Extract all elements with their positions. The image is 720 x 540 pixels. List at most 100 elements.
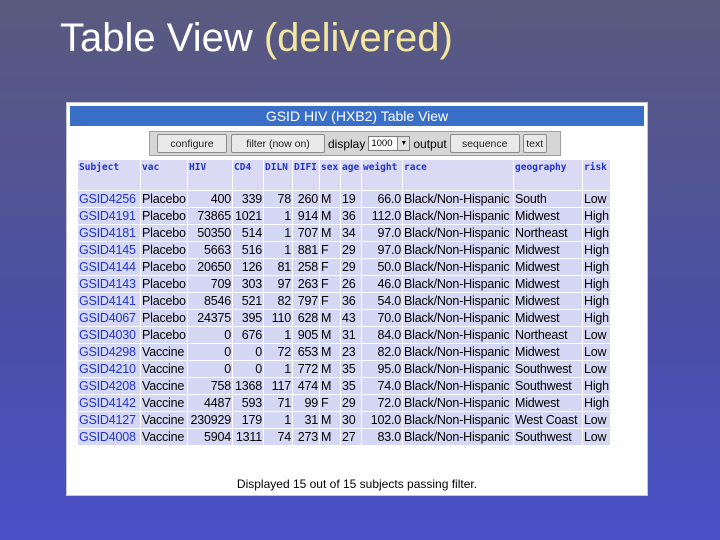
cell-cd4: 593 <box>233 395 263 411</box>
cell-age: 35 <box>341 361 361 377</box>
cell-age: 23 <box>341 344 361 360</box>
cell-subject[interactable]: GSID4144 <box>78 259 140 275</box>
cell-subject[interactable]: GSID4141 <box>78 293 140 309</box>
cell-age: 30 <box>341 412 361 428</box>
cell-difi: 881 <box>293 242 319 258</box>
column-header-vac[interactable]: vac <box>141 160 187 190</box>
column-header-sex[interactable]: sex <box>320 160 340 190</box>
column-header-risk[interactable]: risk <box>583 160 610 190</box>
cell-diln: 1 <box>264 225 292 241</box>
chevron-down-icon[interactable]: ▼ <box>397 137 410 150</box>
column-header-difi[interactable]: DIFI <box>293 160 319 190</box>
table-row[interactable]: GSID4181 Placebo 50350 514 1 707 M 34 97.0 Black/… <box>78 225 610 241</box>
cell-subject[interactable]: GSID4208 <box>78 378 140 394</box>
cell-subject[interactable]: GSID4127 <box>78 412 140 428</box>
column-header-geography[interactable]: geography <box>514 160 582 190</box>
table-row[interactable]: GSID4144 Placebo 20650 126 81 258 F 29 50.0 Black… <box>78 259 610 275</box>
table-row[interactable]: GSID4067 Placebo 24375 395 110 628 M 43 70.0 Blac… <box>78 310 610 326</box>
cell-subject[interactable]: GSID4256 <box>78 191 140 207</box>
cell-diln: 71 <box>264 395 292 411</box>
cell-difi: 707 <box>293 225 319 241</box>
cell-risk: Low <box>583 412 610 428</box>
cell-hiv: 758 <box>188 378 232 394</box>
cell-subject[interactable]: GSID4067 <box>78 310 140 326</box>
cell-diln: 81 <box>264 259 292 275</box>
cell-age: 36 <box>341 208 361 224</box>
cell-geography: West Coast <box>514 412 582 428</box>
cell-subject[interactable]: GSID4191 <box>78 208 140 224</box>
cell-subject[interactable]: GSID4142 <box>78 395 140 411</box>
cell-hiv: 0 <box>188 344 232 360</box>
cell-geography: Midwest <box>514 259 582 275</box>
sequence-button[interactable]: sequence <box>449 134 520 153</box>
table-row[interactable]: GSID4142 Vaccine 4487 593 71 99 F 29 72.0 Black/N… <box>78 395 610 411</box>
cell-hiv: 0 <box>188 327 232 343</box>
cell-age: 27 <box>341 429 361 445</box>
cell-subject[interactable]: GSID4298 <box>78 344 140 360</box>
column-header-age[interactable]: age <box>341 160 361 190</box>
cell-race: Black/Non-Hispanic <box>403 242 513 258</box>
cell-sex: F <box>320 395 340 411</box>
cell-race: Black/Non-Hispanic <box>403 395 513 411</box>
cell-race: Black/Non-Hispanic <box>403 344 513 360</box>
cell-subject[interactable]: GSID4145 <box>78 242 140 258</box>
cell-subject[interactable]: GSID4008 <box>78 429 140 445</box>
cell-sex: M <box>320 310 340 326</box>
cell-race: Black/Non-Hispanic <box>403 378 513 394</box>
window-header: GSID HIV (HXB2) Table View <box>70 106 644 126</box>
cell-subject[interactable]: GSID4181 <box>78 225 140 241</box>
configure-button[interactable]: configure <box>157 134 227 153</box>
cell-difi: 914 <box>293 208 319 224</box>
cell-race: Black/Non-Hispanic <box>403 225 513 241</box>
cell-geography: Midwest <box>514 344 582 360</box>
column-header-diln[interactable]: DILN <box>264 160 292 190</box>
column-header-race[interactable]: race <box>403 160 513 190</box>
column-header-subject[interactable]: Subject <box>78 160 140 190</box>
cell-race: Black/Non-Hispanic <box>403 276 513 292</box>
cell-difi: 653 <box>293 344 319 360</box>
cell-race: Black/Non-Hispanic <box>403 310 513 326</box>
cell-sex: M <box>320 225 340 241</box>
cell-sex: M <box>320 378 340 394</box>
cell-vac: Placebo <box>141 276 187 292</box>
cell-subject[interactable]: GSID4143 <box>78 276 140 292</box>
cell-cd4: 1368 <box>233 378 263 394</box>
table-row[interactable]: GSID4256 Placebo 400 339 78 260 M 19 66.0 Black/N… <box>78 191 610 207</box>
table-row[interactable]: GSID4127 Vaccine 230929 179 1 31 M 30 102.0 Black… <box>78 412 610 428</box>
table-row[interactable]: GSID4030 Placebo 0 676 1 905 M 31 84.0 Black/Non-… <box>78 327 610 343</box>
table-body: GSID4256 Placebo 400 339 78 260 M 19 66.0 Black/N… <box>78 191 610 445</box>
cell-weight: 50.0 <box>362 259 402 275</box>
cell-vac: Vaccine <box>141 429 187 445</box>
cell-hiv: 5904 <box>188 429 232 445</box>
filter-button[interactable]: filter (now on) <box>231 134 325 153</box>
cell-vac: Placebo <box>141 242 187 258</box>
column-header-cd4[interactable]: CD4 <box>233 160 263 190</box>
cell-vac: Vaccine <box>141 412 187 428</box>
cell-subject[interactable]: GSID4210 <box>78 361 140 377</box>
cell-difi: 772 <box>293 361 319 377</box>
column-header-hiv[interactable]: HIV <box>188 160 232 190</box>
table-row[interactable]: GSID4191 Placebo 73865 1021 1 914 M 36 112.0 Blac… <box>78 208 610 224</box>
cell-difi: 258 <box>293 259 319 275</box>
text-button[interactable]: text <box>522 134 547 153</box>
cell-subject[interactable]: GSID4030 <box>78 327 140 343</box>
display-select[interactable]: 1000 ▼ <box>368 136 411 151</box>
column-header-weight[interactable]: weight <box>362 160 402 190</box>
cell-risk: High <box>583 242 610 258</box>
table-row[interactable]: GSID4145 Placebo 5663 516 1 881 F 29 97.0 Black/N… <box>78 242 610 258</box>
cell-risk: Low <box>583 429 610 445</box>
toolbar: configure filter (now on) display 1000 ▼… <box>149 131 561 156</box>
table-row[interactable]: GSID4208 Vaccine 758 1368 117 474 M 35 74.0 Black… <box>78 378 610 394</box>
cell-cd4: 516 <box>233 242 263 258</box>
cell-race: Black/Non-Hispanic <box>403 327 513 343</box>
cell-age: 29 <box>341 242 361 258</box>
cell-geography: Midwest <box>514 310 582 326</box>
table-row[interactable]: GSID4141 Placebo 8546 521 82 797 F 36 54.0 Black/… <box>78 293 610 309</box>
cell-age: 36 <box>341 293 361 309</box>
table-row[interactable]: GSID4210 Vaccine 0 0 1 772 M 35 95.0 Black/Non-Hi… <box>78 361 610 377</box>
table-row[interactable]: GSID4298 Vaccine 0 0 72 653 M 23 82.0 Black/Non-H… <box>78 344 610 360</box>
table-row[interactable]: GSID4008 Vaccine 5904 1311 74 273 M 27 83.0 Black… <box>78 429 610 445</box>
display-label: display <box>328 136 366 151</box>
cell-risk: High <box>583 310 610 326</box>
table-row[interactable]: GSID4143 Placebo 709 303 97 263 F 26 46.0 Black/N… <box>78 276 610 292</box>
